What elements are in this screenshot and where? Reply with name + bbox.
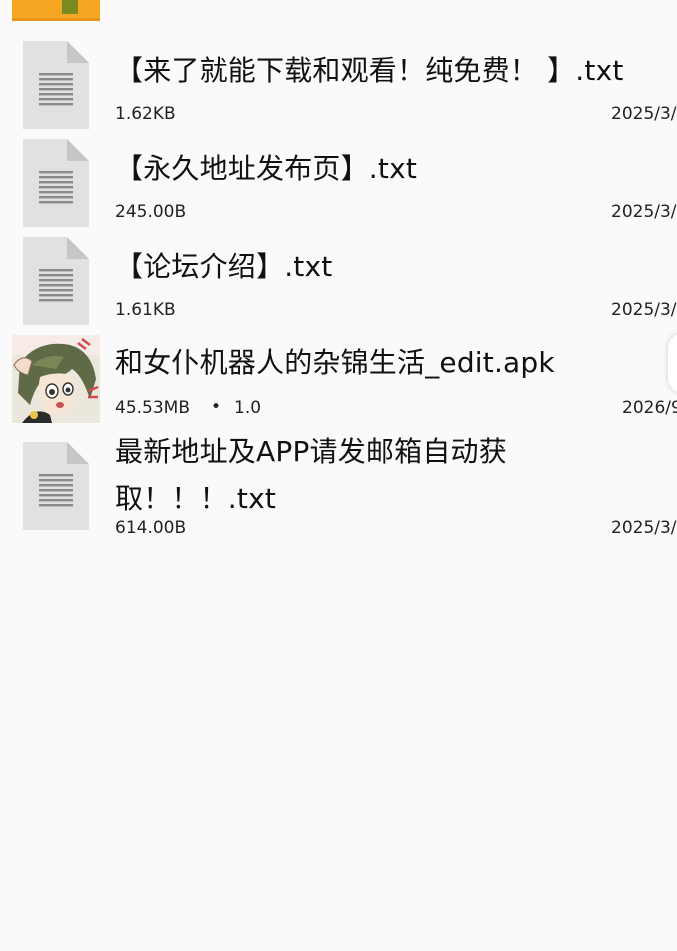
text-file-icon [23,442,89,530]
list-item[interactable]: 【论坛介绍】.txt 1.61KB 2025/3/ [0,237,677,327]
text-file-icon [23,237,89,325]
file-name: 【来了就能下载和观看！纯免费！ 】.txt [115,54,624,87]
file-size: 1.62KB [115,104,176,124]
file-date: 2025/3/ [611,202,677,222]
file-name: 【论坛介绍】.txt [115,250,333,283]
side-drawer-handle[interactable] [668,333,677,393]
file-size: 1.61KB [115,300,176,320]
file-size: 245.00B [115,202,187,222]
app-version: 1.0 [234,398,262,418]
file-date: 2026/9 [622,398,677,418]
folder-icon[interactable] [12,0,100,22]
file-name: 和女仆机器人的杂锦生活_edit.apk [115,346,555,379]
text-file-icon [23,139,89,227]
file-size: 614.00B [115,518,187,538]
apk-app-icon [12,335,100,423]
file-name: 最新地址及APP请发邮箱自动获取！！！.txt [115,435,507,515]
file-list-screen: 【来了就能下载和观看！纯免费！ 】.txt 1.62KB 2025/3/ 【永久… [0,0,677,951]
file-date: 2025/3/ [611,518,677,538]
file-date: 2025/3/ [611,300,677,320]
text-file-icon [23,41,89,129]
meta-separator: • [211,397,222,417]
list-item[interactable]: 【永久地址发布页】.txt 245.00B 2025/3/ [0,139,677,229]
file-size: 45.53MB [115,398,190,418]
list-item[interactable]: 和女仆机器人的杂锦生活_edit.apk 45.53MB • 1.0 2026/… [0,335,677,427]
list-item[interactable]: 【来了就能下载和观看！纯免费！ 】.txt 1.62KB 2025/3/ [0,41,677,131]
list-item[interactable]: 最新地址及APP请发邮箱自动获取！！！.txt 614.00B 2025/3/ [0,430,677,550]
file-date: 2025/3/ [611,104,677,124]
file-name: 【永久地址发布页】.txt [115,152,418,185]
